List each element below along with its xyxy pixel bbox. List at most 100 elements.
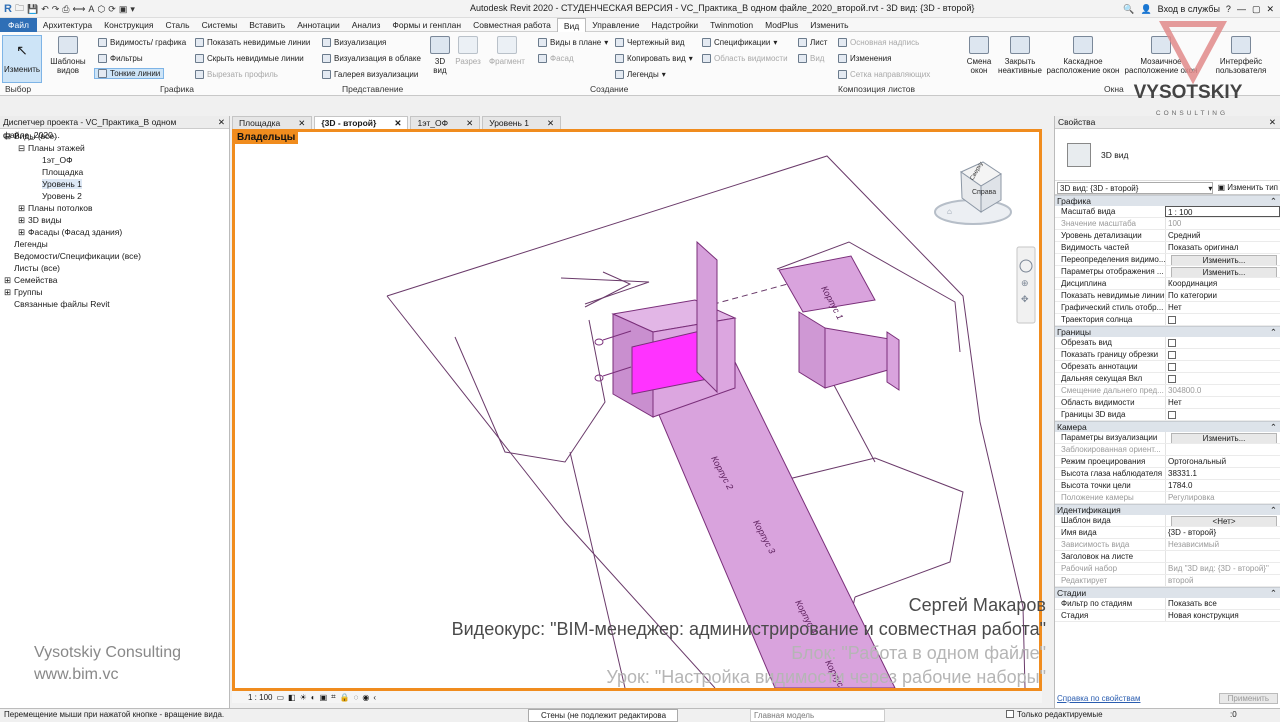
expand-icon[interactable]: ⊞ [18, 202, 28, 214]
menu-tab-7[interactable]: Анализ [346, 18, 387, 32]
menu-tab-4[interactable]: Системы [196, 18, 244, 32]
tree-item[interactable]: Легенды [0, 238, 229, 250]
sun-icon[interactable]: ☀ [300, 693, 307, 702]
collapse-icon[interactable]: ⌃ [1270, 196, 1277, 206]
scope-box-button[interactable]: Область видимости [702, 54, 788, 63]
undo-icon[interactable]: ↶ [41, 4, 49, 15]
print-icon[interactable]: ⎙ [62, 4, 69, 15]
expand-icon[interactable]: ⊞ [4, 274, 14, 286]
side-wall[interactable] [798, 311, 826, 389]
checkbox[interactable] [1168, 363, 1176, 371]
property-value[interactable] [1165, 373, 1280, 384]
menu-tab-9[interactable]: Совместная работа [467, 18, 557, 32]
callout-button[interactable]: Фрагмент [486, 36, 528, 66]
property-value[interactable]: Ортогональный [1165, 456, 1280, 467]
view-tab[interactable]: 1эт_ОФ ✕ [410, 116, 481, 129]
close-hidden-icon[interactable]: ▣ [119, 4, 128, 15]
tree-item[interactable]: ⊞ Семейства [0, 274, 229, 286]
edit-type-button[interactable]: ▣ Изменить тип [1217, 183, 1278, 192]
close-icon[interactable]: ✕ [1269, 116, 1276, 128]
shadows-icon[interactable]: ◐ [311, 693, 316, 702]
guide-grid-button[interactable]: Сетка направляющих [838, 70, 930, 79]
collapse-icon[interactable]: ⌃ [1270, 422, 1277, 432]
tree-item[interactable]: Уровень 2 [0, 190, 229, 202]
tree-item[interactable]: 1эт_ОФ [0, 154, 229, 166]
redo-icon[interactable]: ↷ [52, 4, 60, 15]
help-icon[interactable]: ? [1226, 4, 1231, 14]
zoom-icon[interactable]: ⊕ [1021, 278, 1029, 288]
revisions-button[interactable]: Изменения [838, 54, 891, 63]
view-tab[interactable]: Площадка ✕ [232, 116, 313, 129]
editable-only-checkbox[interactable]: Только редактируемые [1006, 709, 1103, 720]
collapse-icon[interactable]: ⌃ [1270, 588, 1277, 598]
elevation-button[interactable]: Фасад [538, 54, 574, 63]
property-value[interactable] [1165, 409, 1280, 420]
close-icon[interactable]: ✕ [547, 117, 554, 129]
property-value[interactable] [1165, 314, 1280, 325]
tree-item[interactable]: ⊞ Группы [0, 286, 229, 298]
tree-item[interactable]: ⊞ Фасады (Фасад здания) [0, 226, 229, 238]
customize-icon[interactable]: ▾ [130, 4, 135, 15]
edit-button[interactable]: <Нет> [1171, 516, 1277, 526]
place-view-button[interactable]: Вид [798, 54, 824, 63]
minimize-icon[interactable]: — [1237, 4, 1246, 14]
menu-tab-8[interactable]: Формы и генплан [386, 18, 467, 32]
expand-icon[interactable]: ⊞ [18, 214, 28, 226]
detail-level-icon[interactable]: ▭ [276, 693, 284, 702]
property-value[interactable]: Изменить... [1165, 432, 1280, 443]
3d-view-button[interactable]: 3D вид [428, 36, 452, 75]
property-section[interactable]: Идентификация ⌃ [1055, 504, 1280, 515]
view-templates-button[interactable]: Шаблоны видов [48, 36, 88, 75]
property-value[interactable]: Изменить... [1165, 266, 1280, 277]
maximize-icon[interactable]: ▢ [1252, 4, 1261, 15]
property-value[interactable]: {3D - второй} [1165, 527, 1280, 538]
menu-tab-11[interactable]: Управление [586, 18, 645, 32]
view-scale[interactable]: 1 : 100 [248, 693, 272, 702]
tree-item[interactable]: ⊞ 3D виды [0, 214, 229, 226]
3d-view-icon[interactable]: ⬡ [97, 4, 105, 15]
hide-icon[interactable]: ◌ [354, 693, 359, 702]
lock-icon[interactable]: 🔒 [340, 693, 350, 702]
tree-item[interactable]: ⊟ Виды (все) [0, 130, 229, 142]
render-gallery-button[interactable]: Галерея визуализации [322, 70, 418, 79]
viewcube-face[interactable]: Справа [972, 189, 996, 196]
sheet-button[interactable]: Лист [798, 38, 827, 47]
viewcube[interactable]: Справа Сверху ⌂ [934, 161, 1012, 225]
duplicate-view-button[interactable]: Копировать вид ▾ [615, 54, 693, 63]
side-wall[interactable] [824, 327, 896, 389]
type-selector[interactable]: 3D вид [1055, 129, 1280, 181]
close-icon[interactable]: ✕ [298, 117, 305, 129]
open-icon[interactable]: 🗀 [15, 1, 24, 17]
measure-icon[interactable]: ⟷ [72, 4, 85, 15]
close-icon[interactable]: ✕ [1266, 4, 1274, 15]
menu-tab-1[interactable]: Архитектура [37, 18, 98, 32]
close-inactive-button[interactable]: Закрыть неактивные [998, 36, 1042, 75]
property-value[interactable]: Нет [1165, 302, 1280, 313]
filters-button[interactable]: Фильтры [98, 54, 143, 63]
home-icon[interactable]: ⌂ [947, 207, 952, 216]
menu-tab-14[interactable]: ModPlus [759, 18, 804, 32]
menu-tab-6[interactable]: Аннотации [291, 18, 346, 32]
property-value[interactable]: Новая конструкция [1165, 610, 1280, 621]
property-value[interactable]: Координация [1165, 278, 1280, 289]
menu-tab-3[interactable]: Сталь [160, 18, 196, 32]
titleblock-button[interactable]: Основная надпись [838, 38, 919, 47]
menu-tab-12[interactable]: Надстройки [646, 18, 705, 32]
legends-button[interactable]: Легенды ▾ [615, 70, 666, 79]
tree-item[interactable]: Связанные файлы Revit [0, 298, 229, 310]
search-icon[interactable]: 🔍 [1123, 4, 1134, 15]
checkbox[interactable] [1168, 339, 1176, 347]
tree-item[interactable]: Уровень 1 [0, 178, 229, 190]
section-button[interactable]: Разрез [454, 36, 482, 66]
tree-item[interactable]: ⊟ Планы этажей [0, 142, 229, 154]
chevron-left-icon[interactable]: ‹ [373, 693, 376, 702]
tall-wall[interactable] [696, 240, 718, 394]
property-value[interactable] [1165, 349, 1280, 360]
expand-icon[interactable]: ⊟ [4, 130, 14, 142]
active-workset[interactable]: Стены (не подлежит редактирова [528, 709, 678, 722]
view-tab[interactable]: {3D - второй} ✕ [314, 116, 409, 129]
edit-button[interactable]: Изменить... [1171, 433, 1277, 443]
checkbox[interactable] [1168, 375, 1176, 383]
property-value[interactable]: <Нет> [1165, 515, 1280, 526]
menu-tab-0[interactable]: Файл [0, 17, 37, 32]
